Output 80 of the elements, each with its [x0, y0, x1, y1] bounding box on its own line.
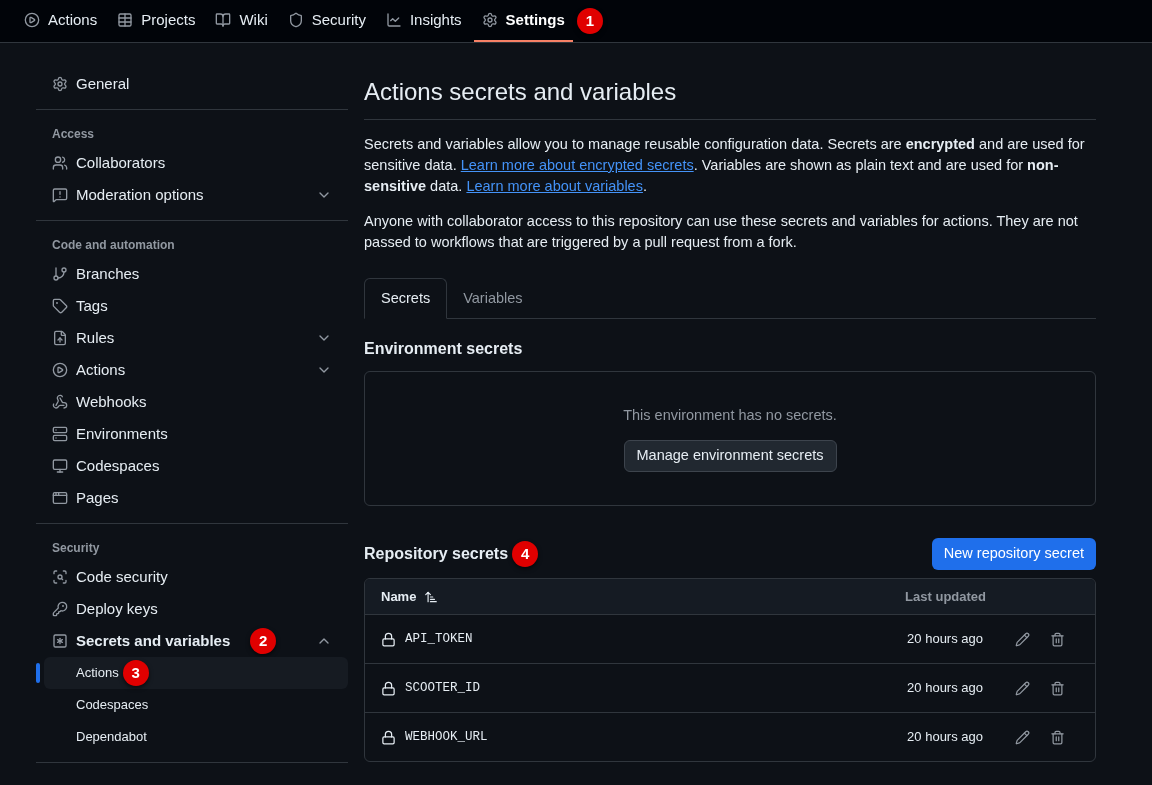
- sidebar-item[interactable]: Actions: [36, 354, 142, 386]
- nav-tab[interactable]: Settings: [473, 0, 573, 42]
- asterisk-box-icon: [52, 633, 68, 649]
- pencil-icon: [1015, 631, 1030, 647]
- column-header[interactable]: Name: [381, 586, 417, 607]
- trash-icon: [1050, 631, 1065, 647]
- sidebar-item[interactable]: Moderation options: [36, 179, 220, 211]
- learn-more-link[interactable]: Learn more about variables: [466, 178, 643, 194]
- sidebar-subitem[interactable]: Actions 3: [44, 657, 348, 689]
- sidebar-item[interactable]: Code security: [36, 561, 184, 593]
- learn-more-link[interactable]: Learn more about encrypted secrets: [460, 157, 694, 173]
- manage-secrets-button[interactable]: Manage environment secrets: [623, 439, 837, 472]
- page-title: Actions secrets and variables: [364, 68, 1096, 120]
- comment-icon: [52, 187, 68, 203]
- pencil-icon: [1015, 729, 1030, 745]
- table-icon: [117, 12, 134, 28]
- sidebar-item[interactable]: Branches: [36, 258, 156, 290]
- section-heading: Security: [51, 540, 101, 557]
- last-updated: 20 hours ago: [907, 679, 983, 698]
- tab[interactable]: Secrets: [364, 278, 448, 319]
- selection-indicator: [36, 663, 40, 683]
- sidebar-item[interactable]: Rules: [36, 322, 131, 354]
- sidebar-subitem[interactable]: Codespaces: [44, 689, 348, 721]
- section-title: Repository secrets: [364, 544, 509, 564]
- sidebar-item[interactable]: Collaborators: [36, 147, 182, 179]
- nav-tab[interactable]: Security: [279, 0, 374, 42]
- lock-icon: [381, 631, 396, 647]
- sidebar-item[interactable]: Deploy keys: [36, 593, 174, 625]
- play-icon: [52, 362, 68, 378]
- section-title: Environment secrets: [364, 339, 524, 359]
- file-arrow-icon: [52, 330, 68, 346]
- trash-icon: [1050, 680, 1065, 696]
- pencil-icon: [1015, 680, 1030, 696]
- branch-icon: [52, 266, 68, 282]
- book-icon: [215, 12, 232, 28]
- sidebar-item[interactable]: Tags: [36, 290, 124, 322]
- play-icon: [24, 12, 40, 28]
- callout-badge: 3: [122, 660, 149, 686]
- sidebar-subitem[interactable]: Dependabot: [44, 721, 348, 753]
- nav-tab[interactable]: Projects: [109, 0, 204, 42]
- description-text: Anyone with collaborator access to this repository can use these secrets and variables for actions. They are not passed to workflows that are triggered by a pull request from a fork.: [364, 212, 1079, 252]
- gear-icon: [52, 76, 68, 92]
- server-icon: [52, 426, 68, 442]
- chart-icon: [385, 12, 402, 28]
- nav-tab[interactable]: Wiki: [207, 0, 276, 42]
- shield-icon: [287, 12, 304, 28]
- sort-icon: [424, 589, 439, 604]
- trash-icon: [1050, 729, 1065, 745]
- sidebar-item[interactable]: Codespaces: [36, 450, 176, 482]
- section-heading: Access: [51, 126, 96, 143]
- sidebar-item[interactable]: Webhooks: [36, 386, 163, 418]
- callout-badge: 2: [250, 628, 277, 654]
- key-icon: [52, 601, 68, 617]
- last-updated: 20 hours ago: [907, 630, 983, 649]
- sidebar-item[interactable]: Environments: [36, 418, 184, 450]
- secret-name: API_TOKEN: [405, 630, 473, 648]
- empty-message: This environment has no secrets.: [623, 406, 837, 426]
- last-updated: 20 hours ago: [907, 728, 983, 747]
- people-icon: [52, 155, 68, 171]
- callout-badge: 1: [576, 8, 603, 34]
- gear-icon: [481, 12, 498, 28]
- lock-icon: [381, 729, 396, 745]
- tag-icon: [52, 298, 68, 314]
- sidebar-item[interactable]: Pages: [36, 482, 135, 514]
- secret-name: SCOOTER_ID: [405, 679, 480, 697]
- nav-tab[interactable]: Insights: [377, 0, 470, 42]
- secret-name: WEBHOOK_URL: [405, 728, 488, 746]
- tab[interactable]: Variables: [447, 278, 539, 319]
- browser-icon: [52, 490, 68, 506]
- code-scan-icon: [52, 569, 68, 585]
- nav-tab[interactable]: Actions: [16, 0, 106, 42]
- new-secret-button[interactable]: New repository secret: [931, 538, 1096, 570]
- sidebar-item[interactable]: Secrets and variables: [36, 625, 247, 657]
- column-header: Last updated: [905, 587, 986, 606]
- description-text: Secrets and variables allow you to manage reusable configuration data. Secrets are encrypted and are used for sensitive data. Learn more about encrypted secrets. Variables are shown as plain text and are used for non-sensitive data. Learn more about variables.: [364, 135, 1086, 196]
- section-heading: Code and automation: [51, 237, 176, 254]
- callout-badge: 4: [512, 541, 539, 567]
- sidebar-item[interactable]: General: [36, 68, 348, 100]
- lock-icon: [381, 680, 396, 696]
- webhook-icon: [52, 394, 68, 410]
